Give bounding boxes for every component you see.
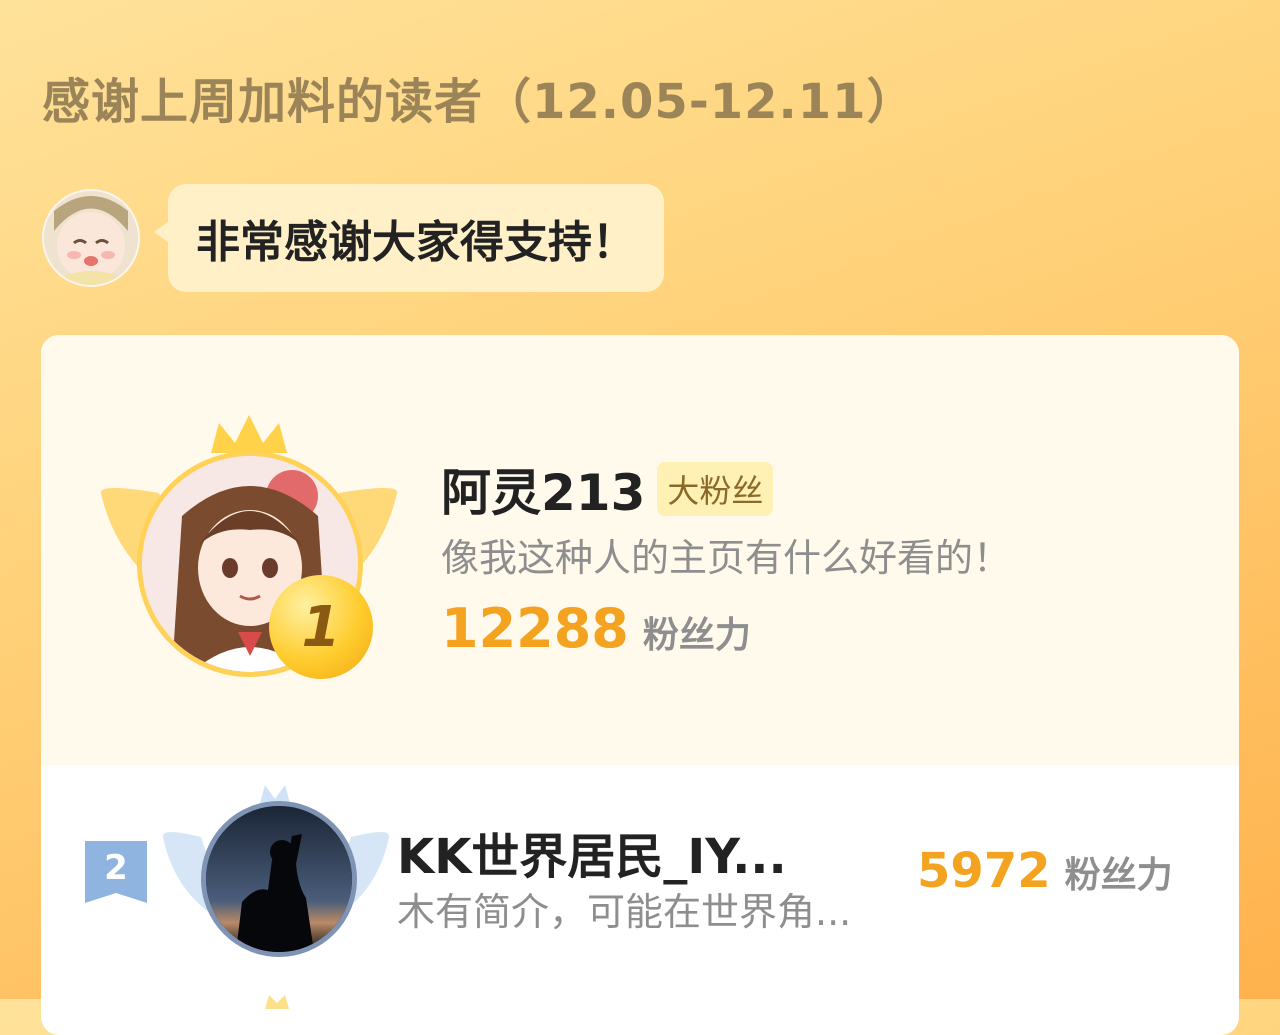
rank2-score: 5972 粉丝力 [917,843,1173,899]
rank1-score-unit: 粉丝力 [642,615,751,656]
rank2-score-value: 5972 [917,843,1051,899]
rank-ribbon-icon: 2 [85,841,147,903]
rank1-score-value: 12288 [441,597,629,660]
ranking-card: 1 阿灵213 大粉丝 像我这种人的主页有什么好看的！ 12288 粉丝力 2 [41,335,1239,1035]
rank2-username[interactable]: KK世界居民_IY... [397,817,787,887]
rank1-username[interactable]: 阿灵213 [441,453,645,525]
rank2-badge: 2 [85,841,147,903]
baby-face-avatar-icon [44,191,138,285]
rank1-badge: 1 [269,575,373,679]
rank-row-2[interactable]: 2 KK世界居民_IY... 木有简介，可能在世界角... 5972 粉丝力 [41,765,1239,965]
greeting-section: 非常感谢大家得支持！ [42,184,664,292]
page-title: 感谢上周加料的读者（12.05-12.11） [42,74,916,130]
rank2-bio: 木有简介，可能在世界角... [397,890,852,934]
rank2-number: 2 [104,848,128,888]
rank1-name-line: 阿灵213 大粉丝 [441,453,774,525]
silhouette-sunset-avatar-icon [206,806,352,952]
rank2-avatar[interactable] [201,801,357,957]
rank2-score-unit: 粉丝力 [1064,855,1173,896]
rank3-crown-hint-icon [265,995,289,1009]
rank1-bio: 像我这种人的主页有什么好看的！ [441,536,1012,580]
rank1-score: 12288 粉丝力 [441,597,751,660]
greeting-bubble: 非常感谢大家得支持！ [154,184,664,292]
host-avatar[interactable] [42,189,140,287]
fan-level-tag: 大粉丝 [657,462,774,516]
rank-row-1[interactable]: 1 阿灵213 大粉丝 像我这种人的主页有什么好看的！ 12288 粉丝力 [41,335,1239,765]
